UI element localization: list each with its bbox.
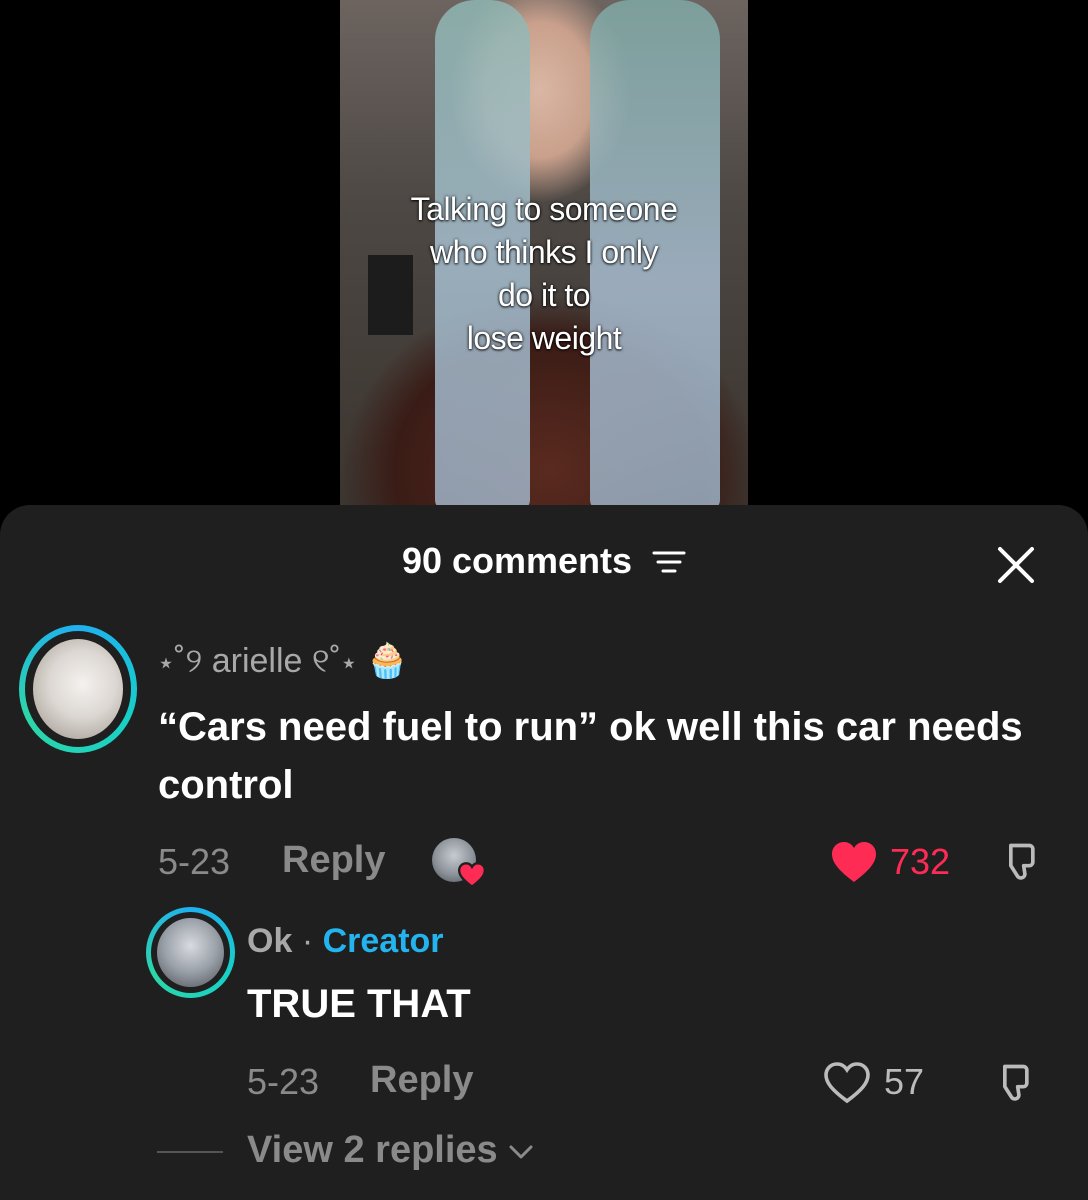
chevron-down-icon — [509, 1145, 533, 1159]
username-emoji: 🧁 — [366, 642, 409, 680]
like-count: 732 — [890, 841, 951, 882]
reply-like-count: 57 — [884, 1061, 925, 1102]
reply-username-row: Ok · Creator — [247, 922, 444, 961]
dislike-icon[interactable] — [998, 840, 1042, 884]
heart-badge-icon — [458, 862, 486, 888]
comment-text: “Cars need fuel to run” ok well this car… — [158, 705, 1023, 807]
creator-badge: Creator — [322, 922, 444, 960]
separator: · — [301, 922, 314, 960]
reply-button[interactable]: Reply — [370, 1059, 473, 1102]
comments-sheet: 90 comments ⋆˚୨ arielle ୧˚⋆ 🧁 “Cars need… — [0, 505, 1088, 1200]
heart-filled-icon[interactable] — [830, 840, 878, 884]
view-replies-button[interactable]: View 2 replies — [247, 1129, 534, 1172]
reply-username[interactable]: Ok — [247, 922, 292, 960]
creator-liked-avatar — [432, 838, 486, 888]
sort-icon[interactable] — [652, 542, 686, 584]
video-caption: Talking to someone who thinks I only do … — [410, 191, 678, 356]
comment-username[interactable]: ⋆˚୨ arielle ୧˚⋆ 🧁 — [158, 641, 409, 681]
reply-text: TRUE THAT — [247, 982, 471, 1026]
comments-count: 90 comments — [401, 540, 633, 581]
avatar[interactable] — [146, 907, 235, 998]
comments-header: 90 comments — [0, 540, 1088, 584]
avatar[interactable] — [19, 625, 137, 753]
avatar-image — [33, 639, 123, 739]
avatar-image — [157, 918, 224, 987]
reply-button[interactable]: Reply — [282, 839, 385, 882]
view-replies-label: View 2 replies — [247, 1129, 498, 1171]
close-icon[interactable] — [996, 545, 1036, 585]
heart-outline-icon[interactable] — [823, 1061, 871, 1105]
comment-date: 5-23 — [158, 841, 231, 882]
video-preview[interactable]: Talking to someone who thinks I only do … — [340, 0, 748, 510]
dislike-icon[interactable] — [992, 1061, 1036, 1105]
reply-date: 5-23 — [247, 1061, 320, 1102]
view-replies-divider — [157, 1151, 223, 1153]
username-text: ⋆˚୨ arielle ୧˚⋆ — [158, 642, 357, 680]
